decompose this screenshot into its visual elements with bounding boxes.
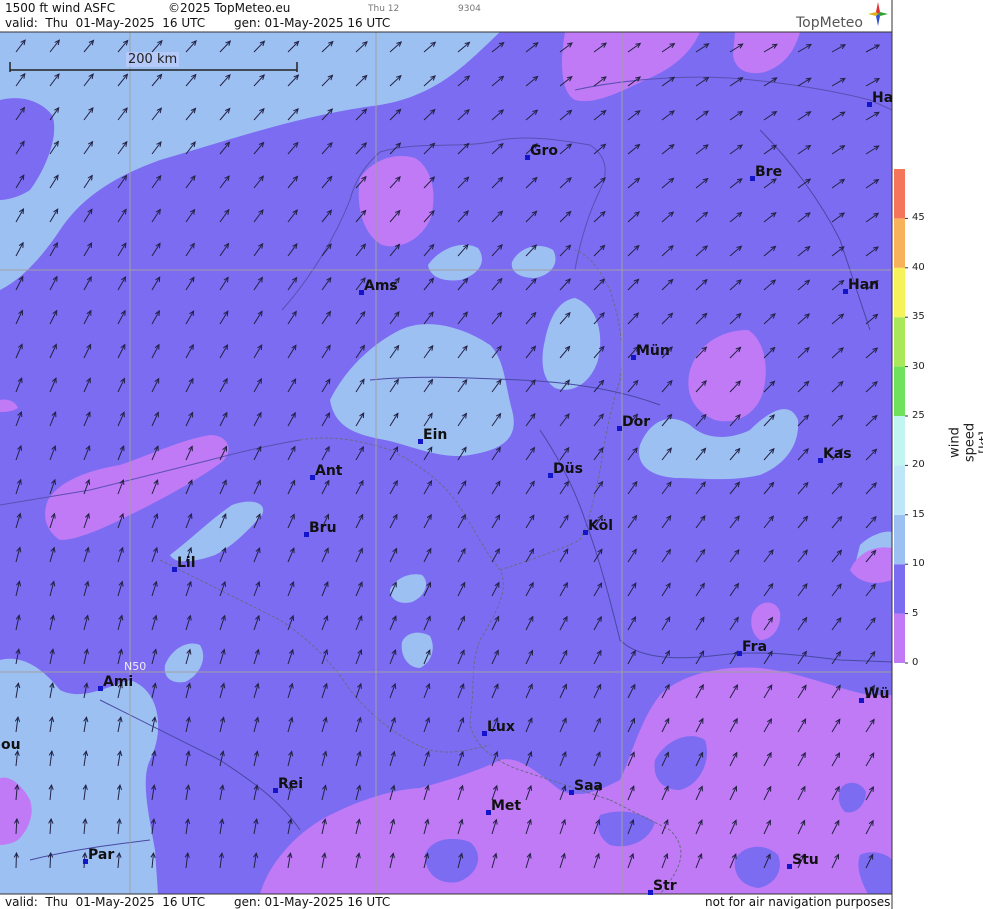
generated-time: gen: 01-May-2025 16 UTC — [234, 16, 391, 30]
city-label[interactable]: Mün — [636, 343, 670, 359]
city-label[interactable]: Stu — [792, 852, 819, 868]
latitude-label: N50 — [124, 660, 147, 673]
legend-tick-label: 15 — [912, 508, 925, 520]
city-label[interactable]: Ams — [364, 278, 398, 294]
disclaimer: not for air navigation purposes — [705, 895, 891, 909]
city-label[interactable]: Köl — [588, 518, 613, 534]
city-label[interactable]: Düs — [553, 461, 583, 477]
compass-star-icon — [868, 2, 888, 26]
legend-tick-label: 5 — [912, 607, 919, 619]
city-label[interactable]: Ein — [423, 427, 447, 443]
product-title: 1500 ft wind ASFC — [5, 1, 116, 15]
valid-time: valid: Thu 01-May-2025 16 UTC — [5, 16, 206, 30]
topmeteo-logo[interactable]: TopMeteo — [796, 2, 888, 32]
legend-color-band — [894, 218, 905, 268]
city-label[interactable]: Lil — [177, 555, 196, 571]
legend-color-band — [894, 416, 905, 466]
logo-text: TopMeteo — [796, 15, 863, 31]
city-label[interactable]: Str — [653, 878, 677, 894]
legend-color-band — [894, 613, 905, 663]
city-label[interactable]: Bru — [309, 520, 337, 536]
legend-color-band — [894, 465, 905, 515]
city-label[interactable]: Met — [491, 798, 521, 814]
legend-color-band — [894, 169, 905, 219]
city-label[interactable]: Kas — [823, 446, 852, 462]
city-label[interactable]: Saa — [574, 778, 603, 794]
city-label[interactable]: ou — [1, 737, 21, 753]
legend-color-band — [894, 317, 905, 367]
city-label[interactable]: Ami — [103, 674, 133, 690]
legend-title: wind speed [kt] — [947, 422, 983, 463]
city-label[interactable]: Ant — [315, 463, 343, 479]
scale-bar-label: 200 km — [126, 52, 180, 67]
legend-color-band — [894, 366, 905, 416]
city-label[interactable]: Par — [88, 847, 114, 863]
city-label[interactable]: Fra — [742, 639, 767, 655]
copyright: ©2025 TopMeteo.eu — [168, 1, 291, 15]
city-label[interactable]: Bre — [755, 164, 782, 180]
legend-color-band — [894, 267, 905, 318]
legend-color-band — [894, 514, 905, 565]
city-label[interactable]: Dor — [622, 414, 650, 430]
city-label[interactable]: Lux — [487, 719, 515, 735]
city-label[interactable]: Ha — [872, 90, 893, 106]
legend-tick-label: 0 — [912, 657, 919, 668]
city-label[interactable]: Han — [848, 277, 879, 293]
wind-arrow — [49, 852, 52, 869]
wind-map-frame: 1500 ft wind ASFC ©2025 TopMeteo.eu Thu … — [0, 0, 983, 909]
day-hour: Thu 12 — [368, 4, 400, 14]
legend-tick-label: 30 — [912, 360, 925, 372]
footer-generated-time: gen: 01-May-2025 16 UTC — [234, 895, 391, 909]
legend-tick-label: 10 — [912, 558, 925, 570]
run-code: 9304 — [458, 4, 481, 14]
legend-colorbar — [894, 169, 908, 664]
city-label[interactable]: Gro — [530, 143, 558, 159]
legend-tick-label: 25 — [912, 410, 925, 421]
legend-tick-label: 20 — [912, 459, 925, 471]
legend-color-band — [894, 564, 905, 614]
legend-tick-label: 40 — [912, 261, 925, 273]
legend-tick-label: 45 — [912, 212, 925, 224]
wind-arrow — [15, 852, 17, 869]
city-label[interactable]: Wü — [864, 686, 889, 702]
city-label[interactable]: Rei — [278, 776, 303, 792]
legend-tick-label: 35 — [912, 311, 925, 323]
footer-valid-time: valid: Thu 01-May-2025 16 UTC — [5, 895, 206, 909]
